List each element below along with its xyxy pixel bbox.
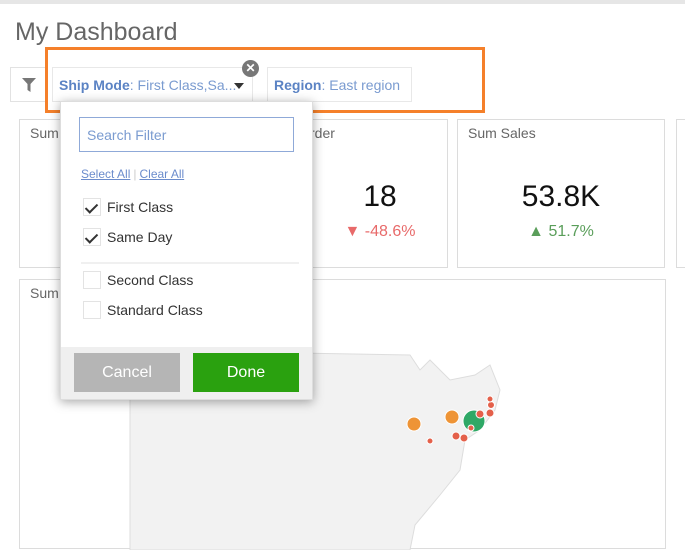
card-label: rder bbox=[310, 125, 335, 141]
card-label: Sum bbox=[30, 125, 59, 141]
search-filter-input[interactable] bbox=[79, 117, 294, 152]
map-bubble bbox=[485, 408, 495, 418]
option-same-day[interactable]: Same Day bbox=[83, 228, 172, 246]
map-bubble bbox=[451, 431, 461, 441]
card-label: Sum Sales bbox=[468, 125, 536, 141]
map-bubble bbox=[459, 433, 469, 443]
filter-icon bbox=[22, 77, 36, 92]
card-value: 18 bbox=[363, 180, 397, 213]
option-second-class[interactable]: Second Class bbox=[83, 271, 193, 289]
checkbox[interactable] bbox=[83, 228, 101, 246]
map-bubble bbox=[406, 416, 422, 432]
cancel-button[interactable]: Cancel bbox=[74, 353, 180, 392]
arrow-up-icon: ▲ bbox=[528, 223, 549, 240]
card-value: 53.8K bbox=[521, 180, 601, 213]
card-delta: ▼ -48.6% bbox=[344, 223, 416, 240]
arrow-down-icon: ▼ bbox=[344, 223, 365, 240]
option-standard-class[interactable]: Standard Class bbox=[83, 301, 203, 319]
divider bbox=[81, 262, 299, 264]
ship-mode-dropdown: Select All|Clear All First Class Same Da… bbox=[60, 101, 313, 400]
filter-button[interactable] bbox=[10, 67, 48, 102]
top-bar bbox=[0, 0, 685, 4]
option-first-class[interactable]: First Class bbox=[83, 198, 173, 216]
map-bubble bbox=[444, 409, 460, 425]
map-bubble bbox=[426, 437, 434, 445]
checkbox[interactable] bbox=[83, 198, 101, 216]
clear-all-link[interactable]: Clear All bbox=[139, 167, 184, 181]
done-button[interactable]: Done bbox=[193, 353, 299, 392]
checkbox[interactable] bbox=[83, 301, 101, 319]
kpi-card: Sum Sales 53.8K ▲ 51.7% bbox=[457, 119, 665, 268]
card-delta: ▲ 51.7% bbox=[528, 223, 594, 240]
page-title: My Dashboard bbox=[15, 18, 178, 46]
map-bubble bbox=[487, 401, 495, 409]
kpi-card bbox=[676, 119, 685, 268]
map-bubble bbox=[486, 395, 494, 403]
select-links: Select All | Clear All bbox=[81, 167, 185, 181]
checkbox[interactable] bbox=[83, 271, 101, 289]
map-bubble bbox=[475, 409, 485, 419]
select-all-link[interactable]: Select All bbox=[81, 167, 130, 181]
map-bubble bbox=[467, 424, 475, 432]
dropdown-footer: Cancel Done bbox=[61, 347, 312, 399]
